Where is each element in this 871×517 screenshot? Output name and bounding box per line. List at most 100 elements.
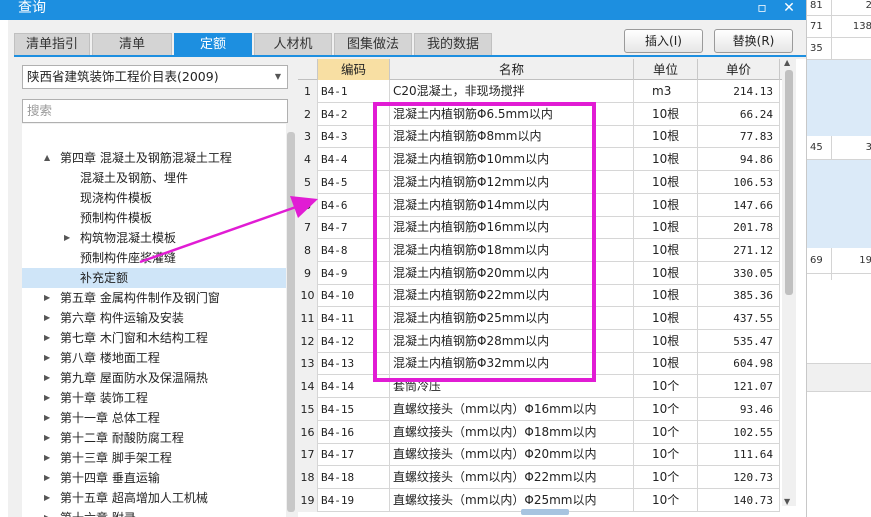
expand-icon[interactable]: ▶ — [44, 428, 50, 448]
scroll-down-icon[interactable]: ▼ — [784, 497, 790, 506]
expand-icon[interactable]: ▶ — [44, 308, 50, 328]
cell-price: 535.47 — [698, 329, 780, 353]
tree-item[interactable]: 混凝土及钢筋、埋件 — [22, 168, 286, 188]
tab-quota[interactable]: 定额 — [174, 33, 252, 55]
tree-item-label: 第十四章 垂直运输 — [60, 471, 160, 485]
row-number: 12 — [298, 329, 318, 353]
background-row: 35 — [807, 38, 871, 60]
tree-item[interactable]: ▶ 第六章 构件运输及安装 — [22, 308, 286, 328]
tab-list[interactable]: 清单 — [92, 33, 172, 55]
table-row[interactable]: 17 B4-17 直螺纹接头（mm以内）Φ20mm以内 10个 111.64 — [298, 443, 780, 467]
search-input[interactable]: 搜索 — [22, 99, 288, 123]
cell-unit: 10根 — [634, 148, 698, 172]
cell-price: 385.36 — [698, 284, 780, 308]
expand-icon[interactable]: ▶ — [44, 388, 50, 408]
tree-item[interactable]: ▶ 第十一章 总体工程 — [22, 408, 286, 428]
library-select[interactable]: 陕西省建筑装饰工程价目表(2009) ▼ — [22, 65, 288, 89]
table-row[interactable]: 18 B4-18 直螺纹接头（mm以内）Φ22mm以内 10个 120.73 — [298, 465, 780, 489]
tree-scroll-thumb[interactable] — [287, 132, 295, 512]
tree-item[interactable]: ▶ 构筑物混凝土模板 — [22, 228, 286, 248]
tree-item[interactable]: ▶ 第十五章 超高增加人工机械 — [22, 488, 286, 508]
annotation-highlight-box — [373, 102, 596, 382]
tab-atlas-method[interactable]: 图集做法 — [334, 33, 412, 55]
tab-my-data[interactable]: 我的数据 — [414, 33, 492, 55]
table-scroll-thumb[interactable] — [785, 70, 793, 295]
tree-item-label: 预制构件模板 — [80, 211, 153, 225]
background-row: 69 19 — [807, 248, 871, 274]
row-number: 19 — [298, 488, 318, 512]
cell-code: B4-18 — [318, 465, 390, 489]
row-number: 4 — [298, 148, 318, 172]
header-corner — [298, 59, 318, 80]
table-row[interactable]: 1 B4-1 C20混凝土，非现场搅拌 m3 214.13 — [298, 80, 780, 103]
scroll-up-icon[interactable]: ▲ — [784, 58, 790, 67]
background-left-sliver — [0, 370, 8, 490]
tree-item[interactable]: ▶ 第十章 装饰工程 — [22, 388, 286, 408]
close-icon[interactable]: ✕ — [780, 0, 798, 18]
tree-item[interactable]: ▶ 第十六章 附录 — [22, 508, 286, 517]
tab-labor-material-machine[interactable]: 人材机 — [254, 33, 332, 55]
expand-icon[interactable]: ▶ — [44, 328, 50, 348]
header-price[interactable]: 单价 — [698, 59, 780, 80]
tree-item-label: 现浇构件模板 — [80, 191, 153, 205]
tree-scrollbar[interactable] — [286, 124, 296, 517]
tree-item[interactable]: ▶ 第八章 楼地面工程 — [22, 348, 286, 368]
chevron-down-icon: ▼ — [274, 72, 281, 81]
tree-item-label: 第八章 楼地面工程 — [60, 351, 160, 365]
tree-item[interactable]: ▶ 第十二章 耐酸防腐工程 — [22, 428, 286, 448]
library-select-value: 陕西省建筑装饰工程价目表(2009) — [27, 69, 219, 84]
tree-item[interactable]: ▶ 第九章 屋面防水及保温隔热 — [22, 368, 286, 388]
replace-button[interactable]: 替换(R) — [714, 29, 793, 53]
insert-button[interactable]: 插入(I) — [624, 29, 703, 53]
cell-unit: 10根 — [634, 307, 698, 330]
horizontal-scroll-thumb[interactable] — [521, 509, 569, 515]
expand-icon[interactable]: ▶ — [44, 448, 50, 468]
header-code[interactable]: 编码 — [318, 59, 390, 80]
tree-item[interactable]: ▶ 第十四章 垂直运输 — [22, 468, 286, 488]
background-row — [807, 274, 871, 364]
tree-item[interactable]: ▶ 第十三章 脚手架工程 — [22, 448, 286, 468]
tree-item-label: 第六章 构件运输及安装 — [60, 311, 184, 325]
expand-icon[interactable]: ▶ — [64, 228, 70, 248]
expand-icon[interactable]: ▶ — [44, 368, 50, 388]
tree-item-label: 第十章 装饰工程 — [60, 391, 148, 405]
tree-item-label: 补充定额 — [80, 271, 129, 285]
maximize-icon[interactable]: ▫ — [753, 0, 771, 18]
tree-item[interactable]: 预制构件模板 — [22, 208, 286, 228]
collapse-icon[interactable]: ▲ — [44, 148, 50, 168]
cell-unit: 10个 — [634, 375, 698, 399]
row-number: 7 — [298, 216, 318, 240]
table-scrollbar[interactable]: ▲ ▼ — [782, 58, 796, 506]
tree-item[interactable]: ▶ 第五章 金属构件制作及钢门窗 — [22, 288, 286, 308]
cell-price: 77.83 — [698, 125, 780, 149]
dialog-title-bar: 查询 ▫ ✕ — [0, 0, 806, 20]
expand-icon[interactable]: ▶ — [44, 348, 50, 368]
background-spreadsheet: 81 2 71 138 35 45 3 69 19 — [806, 0, 871, 517]
expand-icon[interactable]: ▶ — [44, 468, 50, 488]
tree-item[interactable]: ▲ 第四章 混凝土及钢筋混凝土工程 — [22, 148, 286, 168]
cell-price: 201.78 — [698, 216, 780, 240]
tree-item[interactable]: 现浇构件模板 — [22, 188, 286, 208]
tree-item[interactable]: 补充定额 — [22, 268, 286, 288]
cell-price: 437.55 — [698, 307, 780, 330]
table-row[interactable]: 16 B4-16 直螺纹接头（mm以内）Φ18mm以内 10个 102.55 — [298, 420, 780, 444]
tree-item-label: 第四章 混凝土及钢筋混凝土工程 — [60, 151, 232, 165]
cell-unit: m3 — [634, 80, 698, 103]
tree-item[interactable]: 预制构件座浆灌缝 — [22, 248, 286, 268]
tree-item-label: 第五章 金属构件制作及钢门窗 — [60, 291, 220, 305]
row-number: 15 — [298, 397, 318, 421]
cell-price: 106.53 — [698, 170, 780, 194]
tab-list-guide[interactable]: 清单指引 — [14, 33, 90, 55]
cell-name: 直螺纹接头（mm以内）Φ16mm以内 — [390, 397, 634, 421]
tree-item-label: 预制构件座浆灌缝 — [80, 251, 177, 265]
header-name[interactable]: 名称 — [390, 59, 634, 80]
cell-price: 121.07 — [698, 375, 780, 399]
expand-icon[interactable]: ▶ — [44, 408, 50, 428]
expand-icon[interactable]: ▶ — [44, 508, 50, 517]
expand-icon[interactable]: ▶ — [44, 288, 50, 308]
tree-item[interactable]: ▶ 第七章 木门窗和木结构工程 — [22, 328, 286, 348]
cell-unit: 10根 — [634, 193, 698, 217]
table-row[interactable]: 15 B4-15 直螺纹接头（mm以内）Φ16mm以内 10个 93.46 — [298, 397, 780, 421]
expand-icon[interactable]: ▶ — [44, 488, 50, 508]
header-unit[interactable]: 单位 — [634, 59, 698, 80]
